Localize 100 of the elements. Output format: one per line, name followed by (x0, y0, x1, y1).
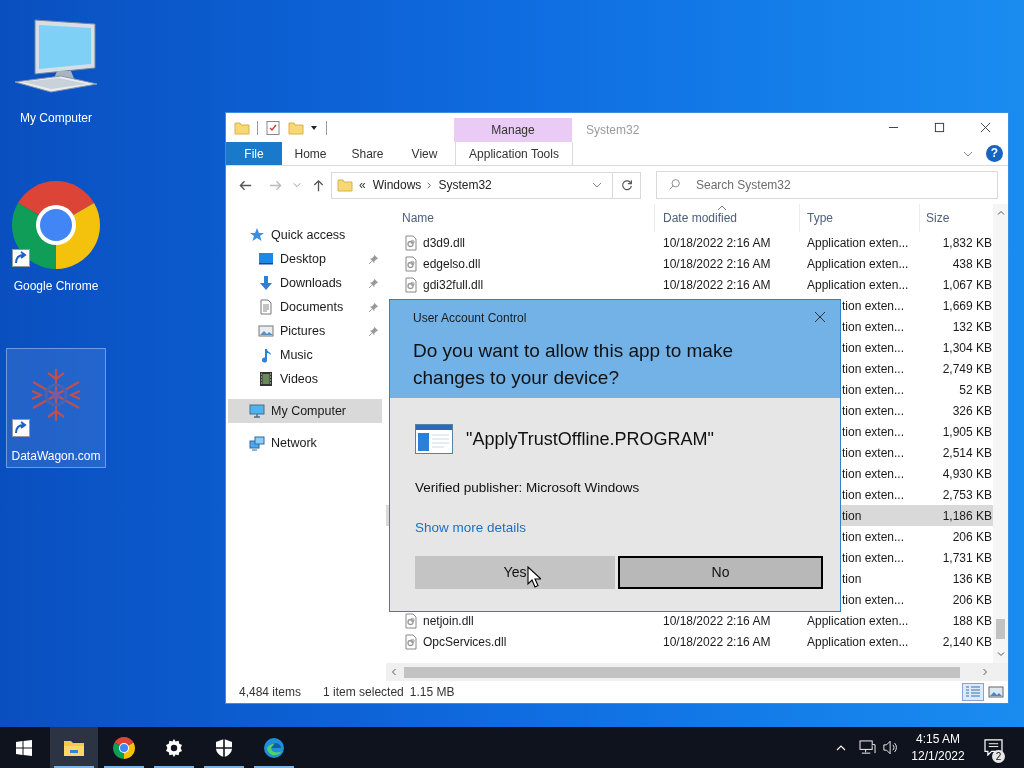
horizontal-scrollbar[interactable] (386, 663, 993, 681)
table-cell: Application exten... (807, 613, 909, 628)
yes-button[interactable]: Yes (415, 555, 615, 589)
network-icon[interactable] (859, 740, 876, 755)
column-header[interactable]: Date modified (663, 209, 738, 227)
breadcrumb-overflow[interactable]: « (359, 176, 366, 194)
table-cell: 1,832 KB (942, 235, 992, 250)
close-icon (979, 122, 991, 133)
search-field[interactable]: Search System32 (656, 171, 998, 199)
computer-icon (249, 403, 265, 419)
checklist-icon[interactable] (265, 119, 281, 136)
file-name[interactable]: edgelso.dll (423, 254, 481, 273)
scrollbar-thumb[interactable] (404, 666, 960, 678)
ribbon-tab[interactable]: View (396, 142, 453, 165)
sidebar-item[interactable]: Pictures (228, 319, 382, 343)
breadcrumb[interactable]: System32 (438, 176, 492, 194)
table-cell: 10/18/2022 2:16 AM (663, 235, 771, 250)
address-bar[interactable]: « Windows System32 (331, 171, 641, 199)
table-cell: 4,930 KB (942, 466, 992, 481)
notifications-button[interactable]: 2 (971, 727, 1015, 768)
file-icon (405, 276, 417, 293)
desktop-icon[interactable]: Google Chrome (6, 178, 106, 298)
file-menu-button[interactable]: File (226, 142, 282, 165)
windows-logo-icon (16, 739, 32, 756)
table-cell: 206 KB (952, 592, 992, 607)
scroll-right-icon[interactable] (980, 667, 990, 677)
ribbon-tab[interactable]: Home (282, 142, 339, 165)
taskbar-button[interactable] (50, 727, 98, 768)
desktop-icon-label[interactable]: Google Chrome (13, 277, 99, 295)
swirl-logo-icon (263, 736, 285, 759)
tiles-view-button[interactable] (985, 683, 1007, 701)
table-cell: 206 KB (952, 529, 992, 544)
column-header[interactable]: Size (926, 209, 950, 227)
maximize-icon (933, 122, 945, 133)
scroll-up-icon[interactable] (995, 208, 1006, 218)
file-name[interactable]: d3d9.dll (423, 233, 466, 252)
app-window-icon (415, 424, 453, 454)
table-cell: 326 KB (952, 403, 992, 418)
pin-icon[interactable] (368, 301, 379, 313)
ribbon-tab[interactable]: Share (339, 142, 396, 165)
desktop-icon[interactable]: My Computer (6, 10, 106, 130)
item-count: 4,484 items (239, 684, 302, 701)
details-link[interactable]: Show more details (415, 518, 527, 539)
pin-icon[interactable] (368, 325, 379, 337)
chevron-down-icon[interactable] (292, 180, 302, 190)
notification-badge: 2 (992, 750, 1005, 763)
table-cell: tion exten... (842, 550, 905, 565)
scroll-left-icon[interactable] (389, 667, 399, 677)
sidebar-item[interactable]: Videos (228, 367, 382, 391)
network-icon (249, 435, 265, 451)
sidebar-item[interactable]: Downloads (228, 271, 382, 295)
circle-logo-icon[interactable] (12, 181, 100, 269)
column-header[interactable]: Name (402, 209, 434, 227)
table-cell: tion exten... (842, 340, 905, 355)
pin-icon[interactable] (368, 253, 379, 265)
sidebar-item[interactable]: My Computer (228, 399, 382, 423)
details-view-button[interactable] (962, 683, 984, 701)
list-icon (965, 685, 981, 699)
desktop-icon (258, 251, 274, 267)
file-icon (405, 612, 417, 629)
pin-icon[interactable] (368, 277, 379, 289)
sidebar-item[interactable]: Network (228, 431, 382, 455)
clock[interactable]: 4:15 AM 12/1/2022 (905, 727, 971, 768)
close-icon (814, 311, 826, 323)
table-cell: 1,186 KB (942, 508, 992, 523)
help-button[interactable]: ? (986, 145, 1003, 162)
program-name: "ApplyTrustOffline.PROGRAM" (466, 427, 714, 451)
table-cell: 2,749 KB (942, 361, 992, 376)
speaker-icon[interactable] (883, 740, 899, 755)
table-cell: 2,140 KB (942, 634, 992, 649)
breadcrumb[interactable]: Windows (372, 176, 422, 194)
video-icon (258, 371, 274, 387)
table-cell: 132 KB (952, 319, 992, 334)
scrollbar-corner (993, 663, 1008, 681)
up-arrow-icon[interactable] (311, 177, 326, 193)
table-cell: tion exten... (842, 529, 905, 544)
sidebar-item[interactable]: Documents (228, 295, 382, 319)
table-cell: 52 KB (959, 382, 992, 397)
document-icon (258, 299, 274, 315)
file-name[interactable]: OpcServices.dll (423, 632, 507, 651)
table-cell: 10/18/2022 2:16 AM (663, 634, 771, 649)
table-cell: tion exten... (842, 466, 905, 481)
table-cell: 2,514 KB (942, 445, 992, 460)
table-cell: tion exten... (842, 487, 905, 502)
sidebar-item[interactable]: Music (228, 343, 382, 367)
image-icon (988, 685, 1004, 699)
desktop-icon-label[interactable]: My Computer (20, 109, 92, 127)
file-name[interactable]: netjoin.dll (423, 611, 474, 630)
desktop-icon-label[interactable]: DataWagon.com (11, 447, 101, 465)
no-button[interactable]: No (618, 555, 823, 589)
picture-icon (258, 323, 274, 339)
sidebar-item[interactable]: Desktop (228, 247, 382, 271)
table-cell: Application exten... (807, 235, 909, 250)
file-name[interactable]: gdi32full.dll (423, 275, 484, 294)
scroll-down-icon[interactable] (995, 649, 1006, 659)
sidebar-item[interactable]: Quick access (228, 223, 382, 247)
vertical-scrollbar[interactable] (993, 204, 1008, 663)
table-cell: 1,067 KB (942, 277, 992, 292)
scrollbar-thumb[interactable] (996, 619, 1005, 639)
column-header[interactable]: Type (807, 209, 833, 227)
